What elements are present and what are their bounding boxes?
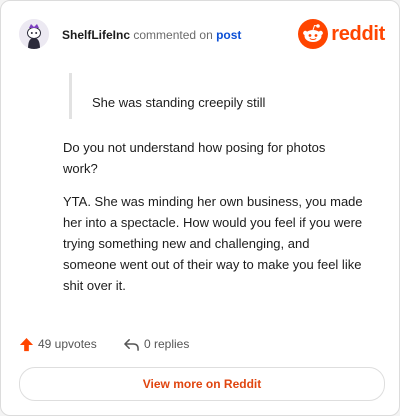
reply-arrow-icon <box>124 338 139 351</box>
comment-paragraph: YTA. She was minding her own business, y… <box>63 194 363 293</box>
upvote-arrow-icon <box>19 337 34 351</box>
quoted-text-block: She was standing creepily still <box>69 73 372 119</box>
comment-paragraph: Do you not understand how posing for pho… <box>63 140 326 176</box>
reddit-wordmark: reddit <box>331 22 385 45</box>
snoo-avatar-icon[interactable] <box>19 19 49 49</box>
upvotes-count: 49 upvotes <box>38 337 97 351</box>
comment-byline: ShelfLifeInc commented on post <box>62 27 241 43</box>
upvotes-stat[interactable]: 49 upvotes <box>19 335 97 353</box>
action-text: commented on <box>133 28 213 42</box>
comment-header: ShelfLifeInc commented on post reddit <box>19 19 385 51</box>
comment-embed-card: ShelfLifeInc commented on post reddit Sh… <box>0 0 400 416</box>
reddit-logo-icon <box>298 19 329 49</box>
quoted-text: She was standing creepily still <box>92 95 266 110</box>
post-link[interactable]: post <box>216 28 241 42</box>
replies-stat[interactable]: 0 replies <box>123 335 189 353</box>
view-more-button[interactable]: View more on Reddit <box>19 367 385 401</box>
reddit-brand[interactable]: reddit <box>298 19 385 49</box>
comment-footer: 49 upvotes 0 replies <box>19 335 379 353</box>
username-link[interactable]: ShelfLifeInc <box>62 28 130 42</box>
replies-count: 0 replies <box>144 337 190 351</box>
